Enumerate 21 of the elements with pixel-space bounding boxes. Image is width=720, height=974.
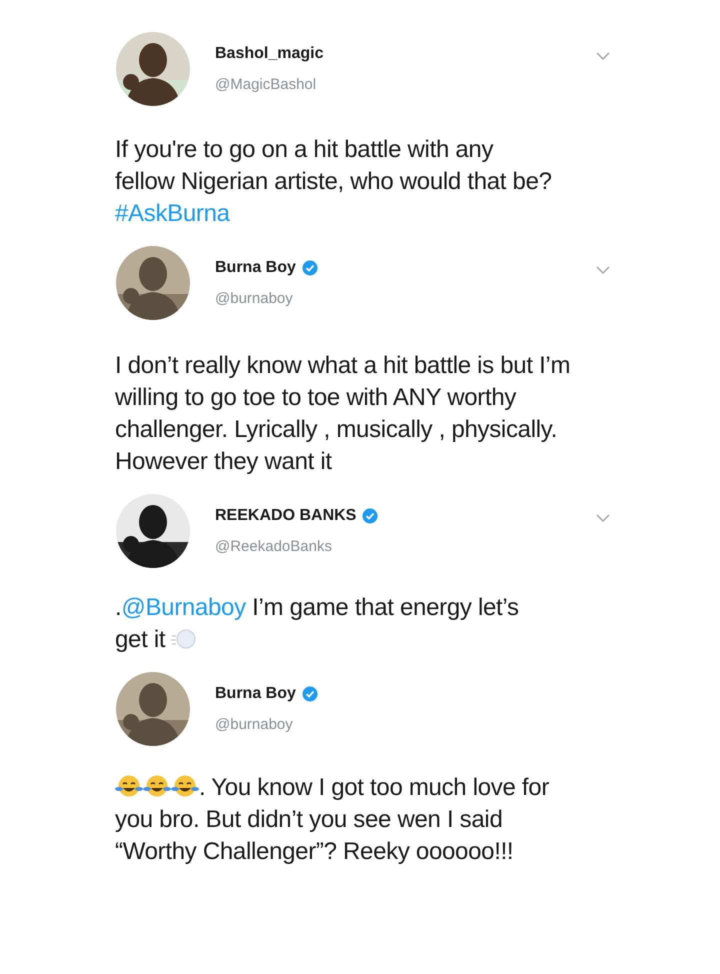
- laughing-face-icon: [171, 775, 199, 797]
- user-handle: @burnaboy: [215, 288, 294, 309]
- tweet-text: .@Burnaboy I’m game that energy let’s get it: [115, 593, 520, 655]
- tweet-text: . You know I got too much love for you bro. But didn’t you see wen I said “Worthy Challenger”? Reeky oooooo!!!: [115, 773, 550, 867]
- display-name: Burna Boy: [215, 684, 296, 704]
- display-name: Bashol_magic: [215, 44, 324, 64]
- laughing-face-icon: [115, 775, 143, 797]
- tweet-text: I don’t really know what a hit battle is but I’m willing to go toe to toe with ANY worthy challenger. Lyrically , musically , physically. However they want it: [115, 351, 572, 477]
- hashtag-link[interactable]: #AskBurna: [115, 200, 230, 227]
- display-name: REEKADO BANKS: [215, 506, 356, 526]
- user-handle: @MagicBashol: [215, 74, 318, 95]
- laughing-face-icon: [143, 775, 171, 797]
- chevron-down-icon[interactable]: [596, 266, 610, 275]
- puff-cloud-icon: [171, 628, 198, 650]
- user-handle: @ReekadoBanks: [215, 536, 333, 557]
- mention-link[interactable]: @Burnaboy: [121, 594, 246, 621]
- tweet-text: If you're to go on a hit battle with any fellow Nigerian artiste, who would that be? #AskBurna: [115, 135, 553, 229]
- user-handle: @burnaboy: [215, 714, 294, 735]
- display-name: Burna Boy: [215, 258, 296, 278]
- chevron-down-icon[interactable]: [596, 52, 610, 61]
- chevron-down-icon[interactable]: [596, 514, 610, 523]
